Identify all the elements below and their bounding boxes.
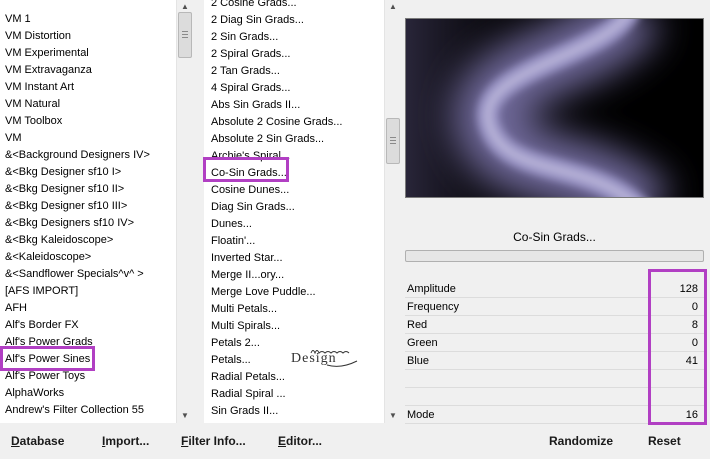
filter-item[interactable]: Dunes... [204,216,384,233]
filter-item[interactable]: Sin Grads II... [204,403,384,420]
parameter-label: Mode [407,409,435,421]
category-item[interactable]: [AFS IMPORT] [0,283,176,300]
filter-item[interactable]: Multi Spirals... [204,318,384,335]
filter-item[interactable]: Radial Spiral ... [204,386,384,403]
category-item[interactable]: AlphaWorks [0,385,176,402]
parameter-row[interactable]: Amplitude 128 [405,280,704,298]
filter-preview [405,18,704,198]
parameter-value: 0 [691,301,698,313]
filter-title-label: Co-Sin Grads... [405,226,704,248]
reset-button[interactable]: Reset [648,430,681,452]
filter-info-button[interactable]: Filter Info... [181,430,246,452]
filter-item[interactable]: 2 Sin Grads... [204,29,384,46]
parameter-label: Blue [407,355,430,367]
filter-item[interactable]: Multi Petals... [204,301,384,318]
parameter-slider-track[interactable] [405,423,704,424]
category-item[interactable]: &<Background Designers IV> [0,147,176,164]
category-item[interactable]: AFH [0,300,176,317]
preview-image [406,19,703,197]
parameter-label: Amplitude [407,283,456,295]
category-item[interactable]: VM Instant Art [0,79,176,96]
filter-scroll-thumb[interactable] [386,118,400,164]
filter-item[interactable]: 2 Tan Grads... [204,63,384,80]
parameter-row[interactable]: Mode 16 [405,406,704,424]
category-list-panel: VM 1 VM Distortion VM Experimental VM Extra… [0,0,176,423]
filter-item[interactable]: Merge Love Puddle... [204,284,384,301]
category-item[interactable]: VM Extravaganza [0,62,176,79]
category-item[interactable]: &<Bkg Kaleidoscope> [0,232,176,249]
category-list: VM 1 VM Distortion VM Experimental VM Extra… [0,11,176,419]
parameter-value: 41 [685,355,698,367]
parameter-value: 8 [691,319,698,331]
editor-button[interactable]: Editor... [278,430,322,452]
category-scroll-thumb[interactable] [178,12,192,58]
filter-item[interactable]: 4 Spiral Grads... [204,80,384,97]
filter-item[interactable]: Cosine Dunes... [204,182,384,199]
scroll-down-arrow-icon[interactable]: ▼ [177,409,193,423]
category-item[interactable]: &<Bkg Designer sf10 III> [0,198,176,215]
progress-bar [405,250,704,262]
parameter-row[interactable] [405,370,704,388]
filter-item[interactable]: Absolute 2 Cosine Grads... [204,114,384,131]
filter-item[interactable]: 2 Cosine Grads... [204,0,384,12]
watermark-logo: Design [289,347,365,369]
category-item[interactable]: &<Kaleidoscope> [0,249,176,266]
filter-item[interactable]: 2 Diag Sin Grads... [204,12,384,29]
filter-item[interactable]: Radial Petals... [204,369,384,386]
category-scrollbar[interactable]: ▲ ▼ [176,0,193,423]
filter-item[interactable]: Archie's Spiral... [204,148,384,165]
parameter-label: Frequency [407,301,459,313]
category-item[interactable]: &<Bkg Designers sf10 IV> [0,215,176,232]
filter-item[interactable]: Merge II...ory... [204,267,384,284]
filter-item[interactable]: Floatin'... [204,233,384,250]
category-item[interactable]: Alf's Power Grads [0,334,176,351]
parameter-value: 128 [679,283,698,295]
filter-item[interactable]: Inverted Star... [204,250,384,267]
parameter-row[interactable]: Green 0 [405,334,704,352]
category-item[interactable]: &<Bkg Designer sf10 II> [0,181,176,198]
logo-text: Design [291,351,337,366]
randomize-button[interactable]: Randomize [549,430,613,452]
category-item[interactable]: VM Natural [0,96,176,113]
parameter-value: 16 [685,409,698,421]
filter-item[interactable]: Abs Sin Grads II... [204,97,384,114]
parameter-row[interactable]: Frequency 0 [405,298,704,316]
import-button[interactable]: Import... [102,430,149,452]
parameter-row[interactable]: Blue 41 [405,352,704,370]
parameter-value: 0 [691,337,698,349]
parameter-row[interactable] [405,388,704,406]
category-item[interactable]: VM [0,130,176,147]
category-item[interactable]: VM Experimental [0,45,176,62]
database-button[interactable]: Database [11,430,64,452]
scroll-up-arrow-icon[interactable]: ▲ [385,0,401,14]
parameter-label: Green [407,337,438,349]
filter-item[interactable]: 2 Spiral Grads... [204,46,384,63]
category-item[interactable]: VM 1 [0,11,176,28]
category-item[interactable]: &<Bkg Designer sf10 I> [0,164,176,181]
category-item[interactable]: Alf's Power Sines [0,351,176,368]
category-item[interactable]: Andrew's Filter Collection 55 [0,402,176,419]
filter-item[interactable]: Co-Sin Grads... [204,165,384,182]
parameter-label: Red [407,319,428,331]
filter-item[interactable]: Diag Sin Grads... [204,199,384,216]
category-item[interactable]: Alf's Power Toys [0,368,176,385]
filter-scrollbar[interactable]: ▲ ▼ [384,0,401,423]
category-item[interactable]: &<Sandflower Specials^v^ > [0,266,176,283]
parameter-row[interactable]: Red 8 [405,316,704,334]
category-item[interactable]: Alf's Border FX [0,317,176,334]
filter-item[interactable]: Absolute 2 Sin Grads... [204,131,384,148]
category-item[interactable]: VM Distortion [0,28,176,45]
category-item[interactable]: VM Toolbox [0,113,176,130]
scroll-down-arrow-icon[interactable]: ▼ [385,409,401,423]
